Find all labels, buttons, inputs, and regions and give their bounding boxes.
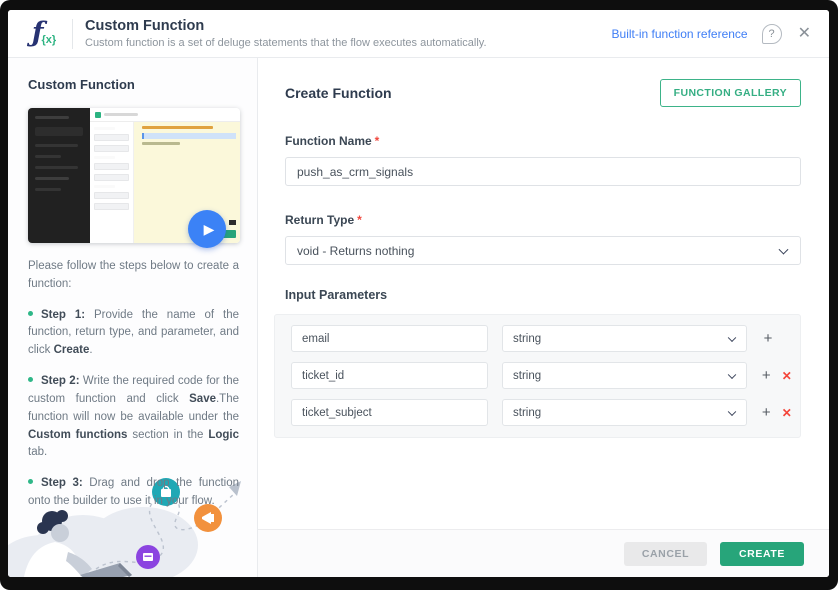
function-name-input[interactable]: [285, 157, 801, 186]
step-3: Step 3: Drag and drop the function onto …: [28, 477, 239, 507]
parameter-row: string + ✕: [291, 399, 792, 426]
function-logo-icon: ƒ {x}: [22, 19, 66, 46]
return-type-label: Return Type *: [285, 213, 362, 227]
chevron-down-icon: [727, 407, 737, 416]
page-title: Create Function: [285, 85, 392, 101]
return-type-value: void - Returns nothing: [297, 243, 415, 258]
bullet-icon: [28, 479, 33, 485]
bullet-icon: [28, 377, 33, 383]
param-name-input[interactable]: [291, 399, 488, 426]
dialog-body: Custom Function ▶ Please follow the step…: [8, 58, 829, 577]
thumb-dark-panel: [28, 108, 90, 243]
add-parameter-button[interactable]: +: [761, 368, 772, 383]
step-2: Step 2: Write the required code for the …: [28, 375, 240, 459]
custom-function-dialog: ƒ {x} Custom Function Custom function is…: [8, 10, 829, 577]
builtin-function-reference-link[interactable]: Built-in function reference: [612, 27, 748, 41]
input-parameters-label: Input Parameters: [285, 288, 388, 302]
param-type-select[interactable]: string: [502, 399, 747, 426]
required-marker: *: [374, 134, 380, 148]
input-parameters-panel: string + string + ✕: [274, 314, 801, 438]
bullet-icon: [28, 310, 33, 316]
sidebar-heading: Custom Function: [28, 77, 135, 92]
remove-parameter-button[interactable]: ✕: [782, 370, 793, 382]
video-thumbnail[interactable]: ▶: [28, 108, 240, 248]
parameter-row: string +: [291, 325, 792, 352]
cancel-button[interactable]: CANCEL: [624, 541, 707, 566]
add-parameter-button[interactable]: +: [761, 331, 775, 346]
param-type-value: string: [513, 406, 542, 419]
window-frame: ƒ {x} Custom Function Custom function is…: [0, 0, 838, 590]
chevron-down-icon: [727, 333, 737, 342]
function-gallery-button[interactable]: FUNCTION GALLERY: [659, 79, 801, 107]
param-name-input[interactable]: [291, 362, 488, 389]
chevron-down-icon: [727, 370, 737, 379]
param-type-value: string: [513, 369, 542, 382]
sidebar-steps: Please follow the steps below to create …: [28, 258, 239, 511]
param-type-value: string: [513, 332, 542, 345]
main-panel: Create Function FUNCTION GALLERY Functio…: [258, 58, 829, 577]
remove-parameter-button[interactable]: ✕: [782, 407, 793, 419]
dialog-subtitle: Custom function is a set of deluge state…: [85, 37, 487, 49]
steps-intro: Please follow the steps below to create …: [28, 260, 239, 290]
add-parameter-button[interactable]: +: [761, 405, 772, 420]
required-marker: *: [357, 213, 362, 227]
param-type-select[interactable]: string: [502, 362, 747, 389]
logo-braces-glyph: {x}: [41, 33, 57, 46]
main-content: Create Function FUNCTION GALLERY Functio…: [258, 58, 829, 529]
help-icon[interactable]: ?: [761, 23, 782, 44]
step-1: Step 1: Provide the name of the function…: [28, 308, 239, 357]
dialog-header: ƒ {x} Custom Function Custom function is…: [8, 10, 829, 58]
create-button[interactable]: CREATE: [720, 541, 804, 566]
param-type-select[interactable]: string: [502, 325, 747, 352]
header-divider: [72, 18, 73, 49]
dialog-footer: CANCEL CREATE: [258, 529, 829, 577]
play-icon[interactable]: ▶: [188, 210, 226, 248]
parameter-row: string + ✕: [291, 362, 792, 389]
return-type-select[interactable]: void - Returns nothing: [285, 236, 801, 265]
function-name-label: Function Name *: [285, 134, 380, 148]
header-titles: Custom Function Custom function is a set…: [85, 18, 487, 49]
close-icon[interactable]: ✕: [798, 25, 811, 42]
sidebar: Custom Function ▶ Please follow the step…: [8, 58, 258, 577]
dialog-title: Custom Function: [85, 18, 205, 34]
chevron-down-icon: [778, 244, 789, 255]
param-name-input[interactable]: [291, 325, 488, 352]
